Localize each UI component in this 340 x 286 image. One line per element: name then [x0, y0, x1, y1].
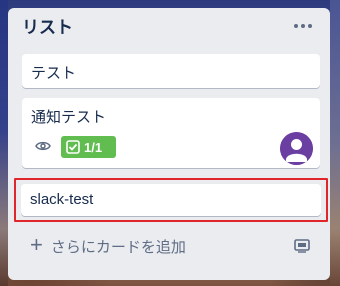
card-slack-test[interactable]: slack-test	[21, 184, 321, 216]
add-card-button[interactable]: + さらにカードを追加	[30, 234, 186, 258]
avatar-person-icon	[280, 132, 313, 165]
board-background-right	[330, 0, 340, 286]
checklist-badge: 1/1	[61, 136, 116, 158]
checklist-count: 1/1	[84, 139, 103, 155]
card-notification-test[interactable]: 通知テスト 1/1	[22, 98, 320, 168]
card-test[interactable]: テスト	[22, 54, 320, 88]
ellipsis-icon	[294, 24, 298, 28]
board-background-left	[0, 0, 8, 286]
editing-card-highlight: slack-test	[14, 178, 328, 222]
add-card-label: さらにカードを追加	[50, 238, 186, 256]
card-title: 通知テスト	[31, 109, 107, 126]
list-menu-button[interactable]	[288, 15, 318, 37]
ellipsis-icon-dot	[308, 24, 312, 28]
list-header[interactable]: リスト	[22, 17, 73, 39]
card-title: slack-test	[30, 191, 94, 208]
checkbox-icon	[66, 140, 80, 154]
ellipsis-icon-dot	[301, 24, 305, 28]
avatar-icon[interactable]	[280, 132, 313, 165]
card-title: テスト	[31, 65, 77, 82]
card-template-icon[interactable]	[293, 237, 311, 253]
eye-icon	[35, 141, 51, 151]
plus-icon: +	[30, 232, 43, 257]
list-title[interactable]: リスト	[22, 18, 73, 37]
